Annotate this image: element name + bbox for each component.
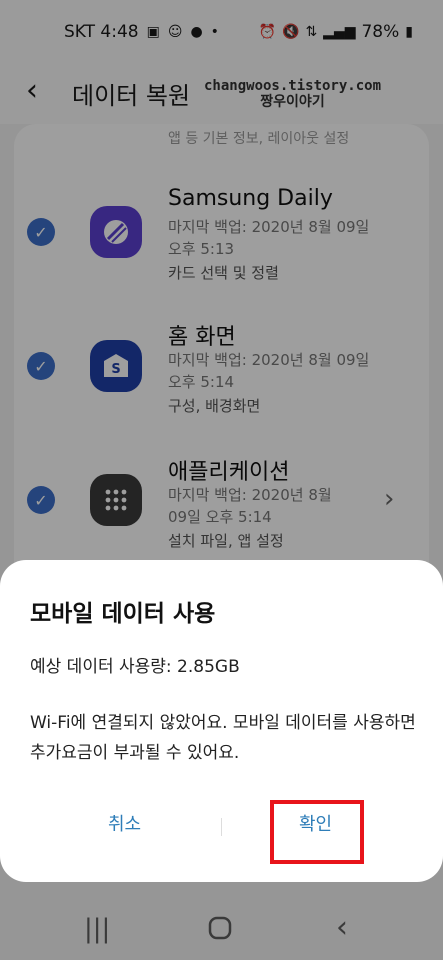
back-nav-icon[interactable]: ‹ (336, 910, 348, 945)
home-icon[interactable] (208, 916, 232, 947)
dialog-message: Wi-Fi에 연결되지 않았어요. 모바일 데이터를 사용하면 추가요금이 부과… (30, 713, 416, 763)
dialog-title: 모바일 데이터 사용 (30, 601, 216, 627)
dialog-usage: 예상 데이터 사용량: 2.85GB (30, 657, 240, 677)
recent-apps-icon[interactable]: ||| (84, 914, 110, 944)
mobile-data-dialog: 모바일 데이터 사용 예상 데이터 사용량: 2.85GB Wi-Fi에 연결되… (0, 560, 443, 882)
navigation-bar: ||| ‹ (0, 900, 443, 960)
cancel-button[interactable]: 취소 (108, 810, 141, 836)
highlight-box (270, 800, 364, 864)
button-divider (221, 818, 222, 836)
